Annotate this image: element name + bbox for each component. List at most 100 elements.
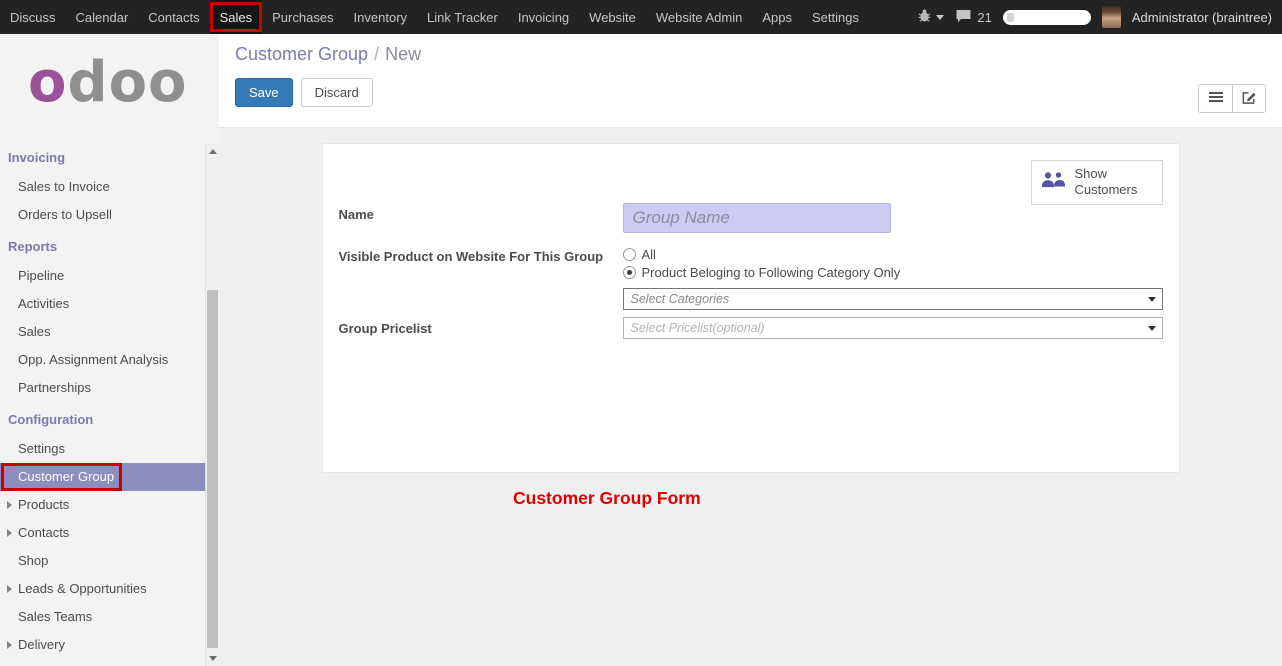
avatar[interactable] [1102, 6, 1121, 28]
save-button[interactable]: Save [235, 78, 293, 107]
breadcrumb: Customer Group / New [235, 44, 1266, 65]
discard-button[interactable]: Discard [301, 78, 373, 107]
categories-select-placeholder: Select Categories [631, 292, 730, 306]
expand-arrow-icon[interactable] [7, 501, 12, 509]
sidebar-item-label: Products [18, 497, 69, 512]
topbar-menu-contacts[interactable]: Contacts [138, 0, 209, 34]
sidebar-item-delivery[interactable]: Delivery [0, 631, 205, 659]
logo-first-letter: o [28, 50, 67, 115]
scroll-down-button[interactable] [206, 651, 219, 666]
scroll-up-button[interactable] [206, 144, 219, 159]
sidebar-item-label: Partnerships [18, 380, 91, 395]
visible-product-label: Visible Product on Website For This Grou… [339, 245, 623, 310]
main-panel: Customer Group / New Save Discard [219, 34, 1282, 666]
topbar-menu-website[interactable]: Website [579, 0, 646, 34]
expand-arrow-icon[interactable] [7, 529, 12, 537]
menu-label: Inventory [354, 10, 407, 25]
topbar-menu-website-admin[interactable]: Website Admin [646, 0, 752, 34]
sidebar-menu: Invoicing Sales to Invoice Orders to Ups… [0, 140, 205, 659]
scrollbar-thumb[interactable] [207, 290, 218, 648]
radio-option-all[interactable]: All [623, 245, 1163, 263]
radio-checked-icon[interactable] [623, 266, 636, 279]
annotation-caption: Customer Group Form [513, 488, 701, 509]
odoo-app: Discuss Calendar Contacts Sales Purchase… [0, 0, 1282, 666]
sidebar-item-partnerships[interactable]: Partnerships [0, 374, 205, 402]
topbar-menu-purchases[interactable]: Purchases [262, 0, 343, 34]
chevron-down-icon [936, 15, 944, 20]
sidebar-scrollbar[interactable] [205, 144, 219, 666]
sidebar-item-pipeline[interactable]: Pipeline [0, 262, 205, 290]
user-menu[interactable]: Administrator (braintree) [1132, 10, 1272, 25]
sidebar-item-products[interactable]: Products [0, 491, 205, 519]
visible-product-field-row: Visible Product on Website For This Grou… [339, 245, 1163, 310]
expand-arrow-icon[interactable] [7, 585, 12, 593]
sidebar-item-settings[interactable]: Settings [0, 435, 205, 463]
pricelist-field-row: Group Pricelist Select Pricelist(optiona… [339, 317, 1163, 339]
logo-rest: doo [67, 50, 187, 115]
breadcrumb-separator: / [374, 44, 379, 64]
breadcrumb-parent[interactable]: Customer Group [235, 44, 368, 64]
topbar-menu-inventory[interactable]: Inventory [344, 0, 417, 34]
radio-option-label: Product Beloging to Following Category O… [642, 265, 901, 280]
messages-button[interactable]: 21 [955, 9, 991, 26]
radio-unchecked-icon[interactable] [623, 248, 636, 261]
topbar-menu-apps[interactable]: Apps [752, 0, 802, 34]
topbar-menu-sales[interactable]: Sales [210, 0, 263, 34]
menu-label: Website [589, 10, 636, 25]
sidebar-item-sales-to-invoice[interactable]: Sales to Invoice [0, 173, 205, 201]
progress-pill-notch [1007, 13, 1014, 22]
sidebar-item-contacts[interactable]: Contacts [0, 519, 205, 547]
sidebar-item-customer-group[interactable]: Customer Group [0, 463, 205, 491]
sidebar: odoo Invoicing Sales to Invoice Orders t… [0, 34, 219, 666]
categories-select[interactable]: Select Categories [623, 288, 1163, 310]
radio-option-label: All [642, 247, 656, 262]
main-layout: odoo Invoicing Sales to Invoice Orders t… [0, 34, 1282, 666]
name-field-label: Name [339, 203, 623, 233]
bug-icon [917, 8, 932, 26]
menu-label: Apps [762, 10, 792, 25]
topbar: Discuss Calendar Contacts Sales Purchase… [0, 0, 1282, 34]
expand-arrow-icon[interactable] [7, 641, 12, 649]
sidebar-item-leads-opportunities[interactable]: Leads & Opportunities [0, 575, 205, 603]
sidebar-item-label: Pipeline [18, 268, 64, 283]
topbar-menu-settings[interactable]: Settings [802, 0, 869, 34]
topbar-menu-invoicing[interactable]: Invoicing [508, 0, 579, 34]
view-switcher [1198, 84, 1266, 113]
messages-count: 21 [977, 10, 991, 25]
sidebar-item-orders-to-upsell[interactable]: Orders to Upsell [0, 201, 205, 229]
progress-pill [1003, 10, 1091, 25]
topbar-menu-discuss[interactable]: Discuss [0, 0, 66, 34]
topbar-menu-link-tracker[interactable]: Link Tracker [417, 0, 508, 34]
form-view-button[interactable] [1232, 84, 1266, 113]
sidebar-item-label: Sales Teams [18, 609, 92, 624]
menu-label: Purchases [272, 10, 333, 25]
sidebar-item-sales-teams[interactable]: Sales Teams [0, 603, 205, 631]
topbar-right: 21 Administrator (braintree) [917, 0, 1282, 34]
scroll-up-icon [209, 149, 217, 154]
customer-group-form: Show Customers Name Visible Product on W… [322, 143, 1180, 473]
sidebar-item-activities[interactable]: Activities [0, 290, 205, 318]
action-buttons: Save Discard [235, 78, 1266, 107]
logo-wrap: odoo [0, 34, 219, 140]
sidebar-item-sales[interactable]: Sales [0, 318, 205, 346]
dropdown-caret-icon [1148, 297, 1156, 302]
radio-option-category-only[interactable]: Product Beloging to Following Category O… [623, 263, 1163, 281]
menu-label: Contacts [148, 10, 199, 25]
breadcrumb-current: New [385, 44, 421, 64]
sidebar-item-label: Orders to Upsell [18, 207, 112, 222]
sidebar-item-label: Opp. Assignment Analysis [18, 352, 168, 367]
list-view-button[interactable] [1198, 84, 1232, 113]
menu-label: Invoicing [518, 10, 569, 25]
group-name-input[interactable] [623, 203, 891, 233]
topbar-menu-calendar[interactable]: Calendar [66, 0, 139, 34]
show-customers-label: Show Customers [1075, 166, 1154, 199]
customers-people-icon [1040, 170, 1067, 194]
show-customers-button[interactable]: Show Customers [1031, 160, 1163, 205]
sidebar-item-label: Contacts [18, 525, 69, 540]
sidebar-item-shop[interactable]: Shop [0, 547, 205, 575]
menu-label: Website Admin [656, 10, 742, 25]
pricelist-select[interactable]: Select Pricelist(optional) [623, 317, 1163, 339]
debug-menu-button[interactable] [917, 8, 944, 26]
name-field-row: Name [339, 203, 1163, 233]
sidebar-item-opp-assignment-analysis[interactable]: Opp. Assignment Analysis [0, 346, 205, 374]
